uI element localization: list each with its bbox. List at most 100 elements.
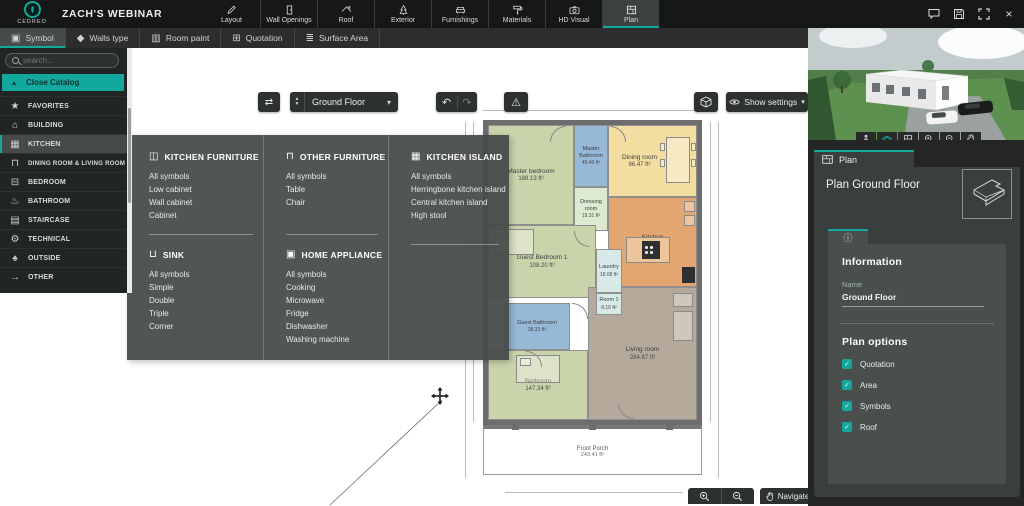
sidebar-scrollbar[interactable] (127, 48, 132, 293)
section-kitchen-island[interactable]: ▦ KITCHEN ISLAND (411, 151, 499, 162)
preview-zoom-in-button[interactable] (919, 132, 939, 140)
pan-button[interactable] (961, 132, 981, 140)
tab-roof[interactable]: Roof (317, 0, 374, 28)
stepper-down-icon: ▼ (295, 102, 300, 108)
tab-exterior[interactable]: Exterior (374, 0, 431, 28)
cedreo-logo[interactable]: CEDREO (9, 1, 55, 25)
catalog-link[interactable]: Cabinet (149, 209, 253, 222)
catalog-link[interactable]: Wall cabinet (149, 196, 253, 209)
redo-button[interactable]: ↷ (457, 96, 477, 109)
floor-thumbnail[interactable] (962, 169, 1012, 219)
section-kitchen-furniture[interactable]: ◫ KITCHEN FURNITURE (149, 151, 253, 162)
room-front-porch[interactable]: Front Porch 243.41 ft² (483, 425, 702, 475)
catalog-link[interactable]: All symbols (149, 170, 253, 183)
catalog-link[interactable]: Table (286, 183, 378, 196)
section-home-appliance[interactable]: ▣ HOME APPLIANCE (286, 249, 378, 260)
undo-redo-group: ↶ ↷ (436, 92, 477, 112)
undo-button[interactable]: ↶ (437, 96, 457, 109)
tab-hd-visual[interactable]: HD Visual (545, 0, 602, 28)
appliance (684, 215, 695, 226)
name-field[interactable]: Ground Floor (842, 292, 984, 307)
leaf-logo-icon (24, 1, 41, 18)
checkbox-checked-icon[interactable]: ✓ (842, 359, 852, 369)
catalog-link[interactable]: All symbols (286, 170, 378, 183)
sidebar-item-staircase[interactable]: ▤ STAIRCASE (0, 210, 127, 229)
comment-icon[interactable] (927, 7, 941, 21)
sync-button[interactable]: ⇄ (258, 92, 280, 112)
catalog-link[interactable]: Washing machine (286, 333, 378, 346)
sidebar-item-technical[interactable]: ⚙ TECHNICAL (0, 229, 127, 248)
subtab-symbol[interactable]: ▣ Symbol (0, 28, 66, 48)
tab-furnishings[interactable]: Furnishings (431, 0, 488, 28)
sidebar-item-favorites[interactable]: ★ FAVORITES (0, 96, 127, 115)
panel-title: Plan Ground Floor (826, 179, 920, 191)
tab-wall-openings[interactable]: Wall Openings (260, 0, 317, 28)
tab-materials[interactable]: Materials (488, 0, 545, 28)
checkbox-checked-icon[interactable]: ✓ (842, 401, 852, 411)
3d-preview[interactable] (808, 28, 1024, 140)
fullscreen-icon[interactable] (977, 7, 991, 21)
subtab-quotation[interactable]: ⊞ Quotation (221, 28, 294, 48)
catalog-link[interactable]: Triple (149, 307, 253, 320)
3d-view-button[interactable] (694, 92, 718, 112)
catalog-column-1: ◫ KITCHEN FURNITURE All symbols Low cabi… (127, 135, 264, 360)
close-icon[interactable]: × (1002, 7, 1016, 21)
subtab-room-paint[interactable]: ▥ Room paint (140, 28, 221, 48)
show-settings-button[interactable]: Show settings ▾ (726, 92, 808, 112)
catalog-link[interactable]: Central kitchen island (411, 196, 499, 209)
tab-plan[interactable]: Plan (602, 0, 659, 28)
warning-button[interactable]: ⚠ (504, 92, 528, 112)
catalog-link[interactable]: Low cabinet (149, 183, 253, 196)
catalog-link[interactable]: All symbols (149, 268, 253, 281)
sidebar-item-bathroom[interactable]: ♨ BATHROOM (0, 191, 127, 210)
search-input[interactable] (23, 56, 113, 65)
catalog-link[interactable]: Fridge (286, 307, 378, 320)
scrollbar-thumb[interactable] (128, 108, 131, 203)
catalog-link[interactable]: All symbols (286, 268, 378, 281)
tab-plan-panel[interactable]: Plan (814, 150, 914, 167)
preview-zoom-out-button[interactable] (940, 132, 960, 140)
catalog-link[interactable]: All symbols (411, 170, 499, 183)
catalog-link[interactable]: Chair (286, 196, 378, 209)
checkbox-checked-icon[interactable]: ✓ (842, 422, 852, 432)
catalog-link[interactable]: Dishwasher (286, 320, 378, 333)
sidebar-item-bedroom[interactable]: ⊟ BEDROOM (0, 172, 127, 191)
hand-icon (766, 492, 774, 501)
subtab-surface-area[interactable]: ≣ Surface Area (295, 28, 381, 48)
subtab-walls-type[interactable]: ◆ Walls type (66, 28, 141, 48)
floor-selector[interactable]: ▲ ▼ Ground Floor ▾ (290, 92, 398, 112)
sidebar-item-other[interactable]: → OTHER (0, 267, 127, 286)
paint-icon: ▥ (151, 33, 160, 44)
orbit-3d-button[interactable] (877, 132, 897, 140)
checkbox-checked-icon[interactable]: ✓ (842, 380, 852, 390)
section-other-furniture[interactable]: ⊓ OTHER FURNITURE (286, 151, 378, 162)
catalog-link[interactable]: High stool (411, 209, 499, 222)
section-sink[interactable]: ⊔ SINK (149, 249, 253, 260)
floor-plan: Master bedroom 188.13 ft² Master Bathroo… (483, 120, 702, 478)
room-1[interactable]: Room 1 8.10 ft² (596, 293, 622, 315)
plan-view-button[interactable] (898, 132, 918, 140)
chair (691, 143, 696, 151)
sidebar-item-building[interactable]: ⌂ BUILDING (0, 115, 127, 134)
walkthrough-button[interactable] (856, 132, 876, 140)
catalog-link[interactable]: Microwave (286, 294, 378, 307)
sidebar-item-dining-living[interactable]: ⊓ DINING ROOM & LIVING ROOM (0, 153, 127, 172)
save-icon[interactable] (952, 7, 966, 21)
catalog-link[interactable]: Corner (149, 320, 253, 333)
close-catalog-button[interactable]: ▴ Close Catalog (2, 74, 124, 91)
room-master-bathroom[interactable]: Master Bathroom 45.49 ft² (574, 125, 608, 187)
fridge-icon (682, 267, 695, 283)
catalog-link[interactable]: Double (149, 294, 253, 307)
catalog-link[interactable]: Cooking (286, 281, 378, 294)
tab-information[interactable]: ⓘ (828, 229, 868, 244)
zoom-out-button[interactable] (721, 488, 755, 504)
sidebar-item-outside[interactable]: ♠ OUTSIDE (0, 248, 127, 267)
catalog-link[interactable]: Herringbone kitchen island (411, 183, 499, 196)
tab-layout[interactable]: Layout (203, 0, 260, 28)
sidebar-item-kitchen[interactable]: ▦ KITCHEN (0, 134, 127, 153)
floor-stepper[interactable]: ▲ ▼ (290, 92, 305, 112)
room-laundry[interactable]: Laundry 18.08 ft² (596, 249, 622, 293)
zoom-in-button[interactable] (688, 488, 721, 504)
catalog-link[interactable]: Simple (149, 281, 253, 294)
room-guest-bathroom[interactable]: Guest Bathroom 38.33 ft² (504, 303, 570, 350)
